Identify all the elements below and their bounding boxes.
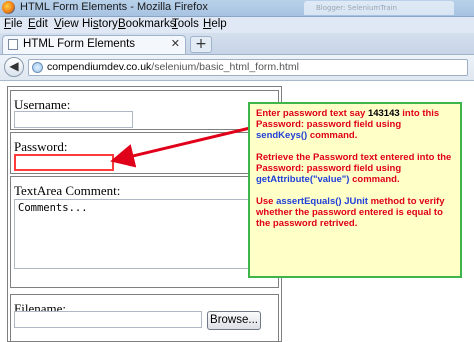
annotation-callout: Enter password text say 143143 into this… xyxy=(248,102,462,278)
textarea-cell: TextArea Comment: Comments... xyxy=(10,176,279,288)
close-icon[interactable]: ✕ xyxy=(171,37,180,50)
menu-bookmarks[interactable]: Bookmarks xyxy=(118,18,176,30)
window-titlebar: HTML Form Elements - Mozilla Firefox Blo… xyxy=(0,0,474,17)
tab-label: HTML Form Elements xyxy=(23,38,136,50)
textarea-label: TextArea Comment: xyxy=(14,183,121,198)
username-cell: Username: xyxy=(10,90,279,130)
back-button[interactable]: ◀ xyxy=(4,57,24,77)
menu-history[interactable]: History xyxy=(82,18,118,30)
password-cell: Password: xyxy=(10,132,279,174)
menu-view[interactable]: View xyxy=(54,18,79,30)
html-form: Username: Password: TextArea Comment: Co… xyxy=(7,86,282,342)
menu-help[interactable]: Help xyxy=(203,18,227,30)
note-3: Use assertEquals() JUnit method to verif… xyxy=(256,196,445,229)
menubar: File Edit View History Bookmarks Tools H… xyxy=(0,17,474,33)
window-title: HTML Form Elements - Mozilla Firefox xyxy=(20,1,208,13)
page-icon xyxy=(8,39,18,50)
menu-edit[interactable]: Edit xyxy=(28,18,48,30)
globe-icon xyxy=(32,62,43,73)
navigation-toolbar: ◀ compendiumdev.co.uk/selenium/basic_htm… xyxy=(0,55,474,81)
tab-strip: HTML Form Elements ✕ + xyxy=(0,33,474,55)
password-input[interactable] xyxy=(14,154,114,171)
new-tab-button[interactable]: + xyxy=(190,36,212,53)
filename-cell: Filename: Browse... xyxy=(10,294,279,342)
tab-html-form-elements[interactable]: HTML Form Elements ✕ xyxy=(2,35,186,54)
password-label: Password: xyxy=(14,139,68,154)
menu-tools[interactable]: Tools xyxy=(172,18,199,30)
url-text: compendiumdev.co.uk/selenium/basic_html_… xyxy=(47,61,299,73)
filename-input[interactable] xyxy=(14,311,202,328)
menu-file[interactable]: File xyxy=(4,18,23,30)
url-bar[interactable]: compendiumdev.co.uk/selenium/basic_html_… xyxy=(28,59,468,76)
browse-button[interactable]: Browse... xyxy=(207,311,261,330)
firefox-logo-icon xyxy=(2,1,15,14)
note-1: Enter password text say 143143 into this… xyxy=(256,108,440,141)
textarea-value: Comments... xyxy=(18,202,88,214)
note-2: Retrieve the Password text entered into … xyxy=(256,152,452,185)
comments-textarea[interactable]: Comments... xyxy=(14,199,272,269)
username-input[interactable] xyxy=(14,111,133,128)
background-window-tab: Blogger: SeleniumTrain xyxy=(304,1,454,15)
